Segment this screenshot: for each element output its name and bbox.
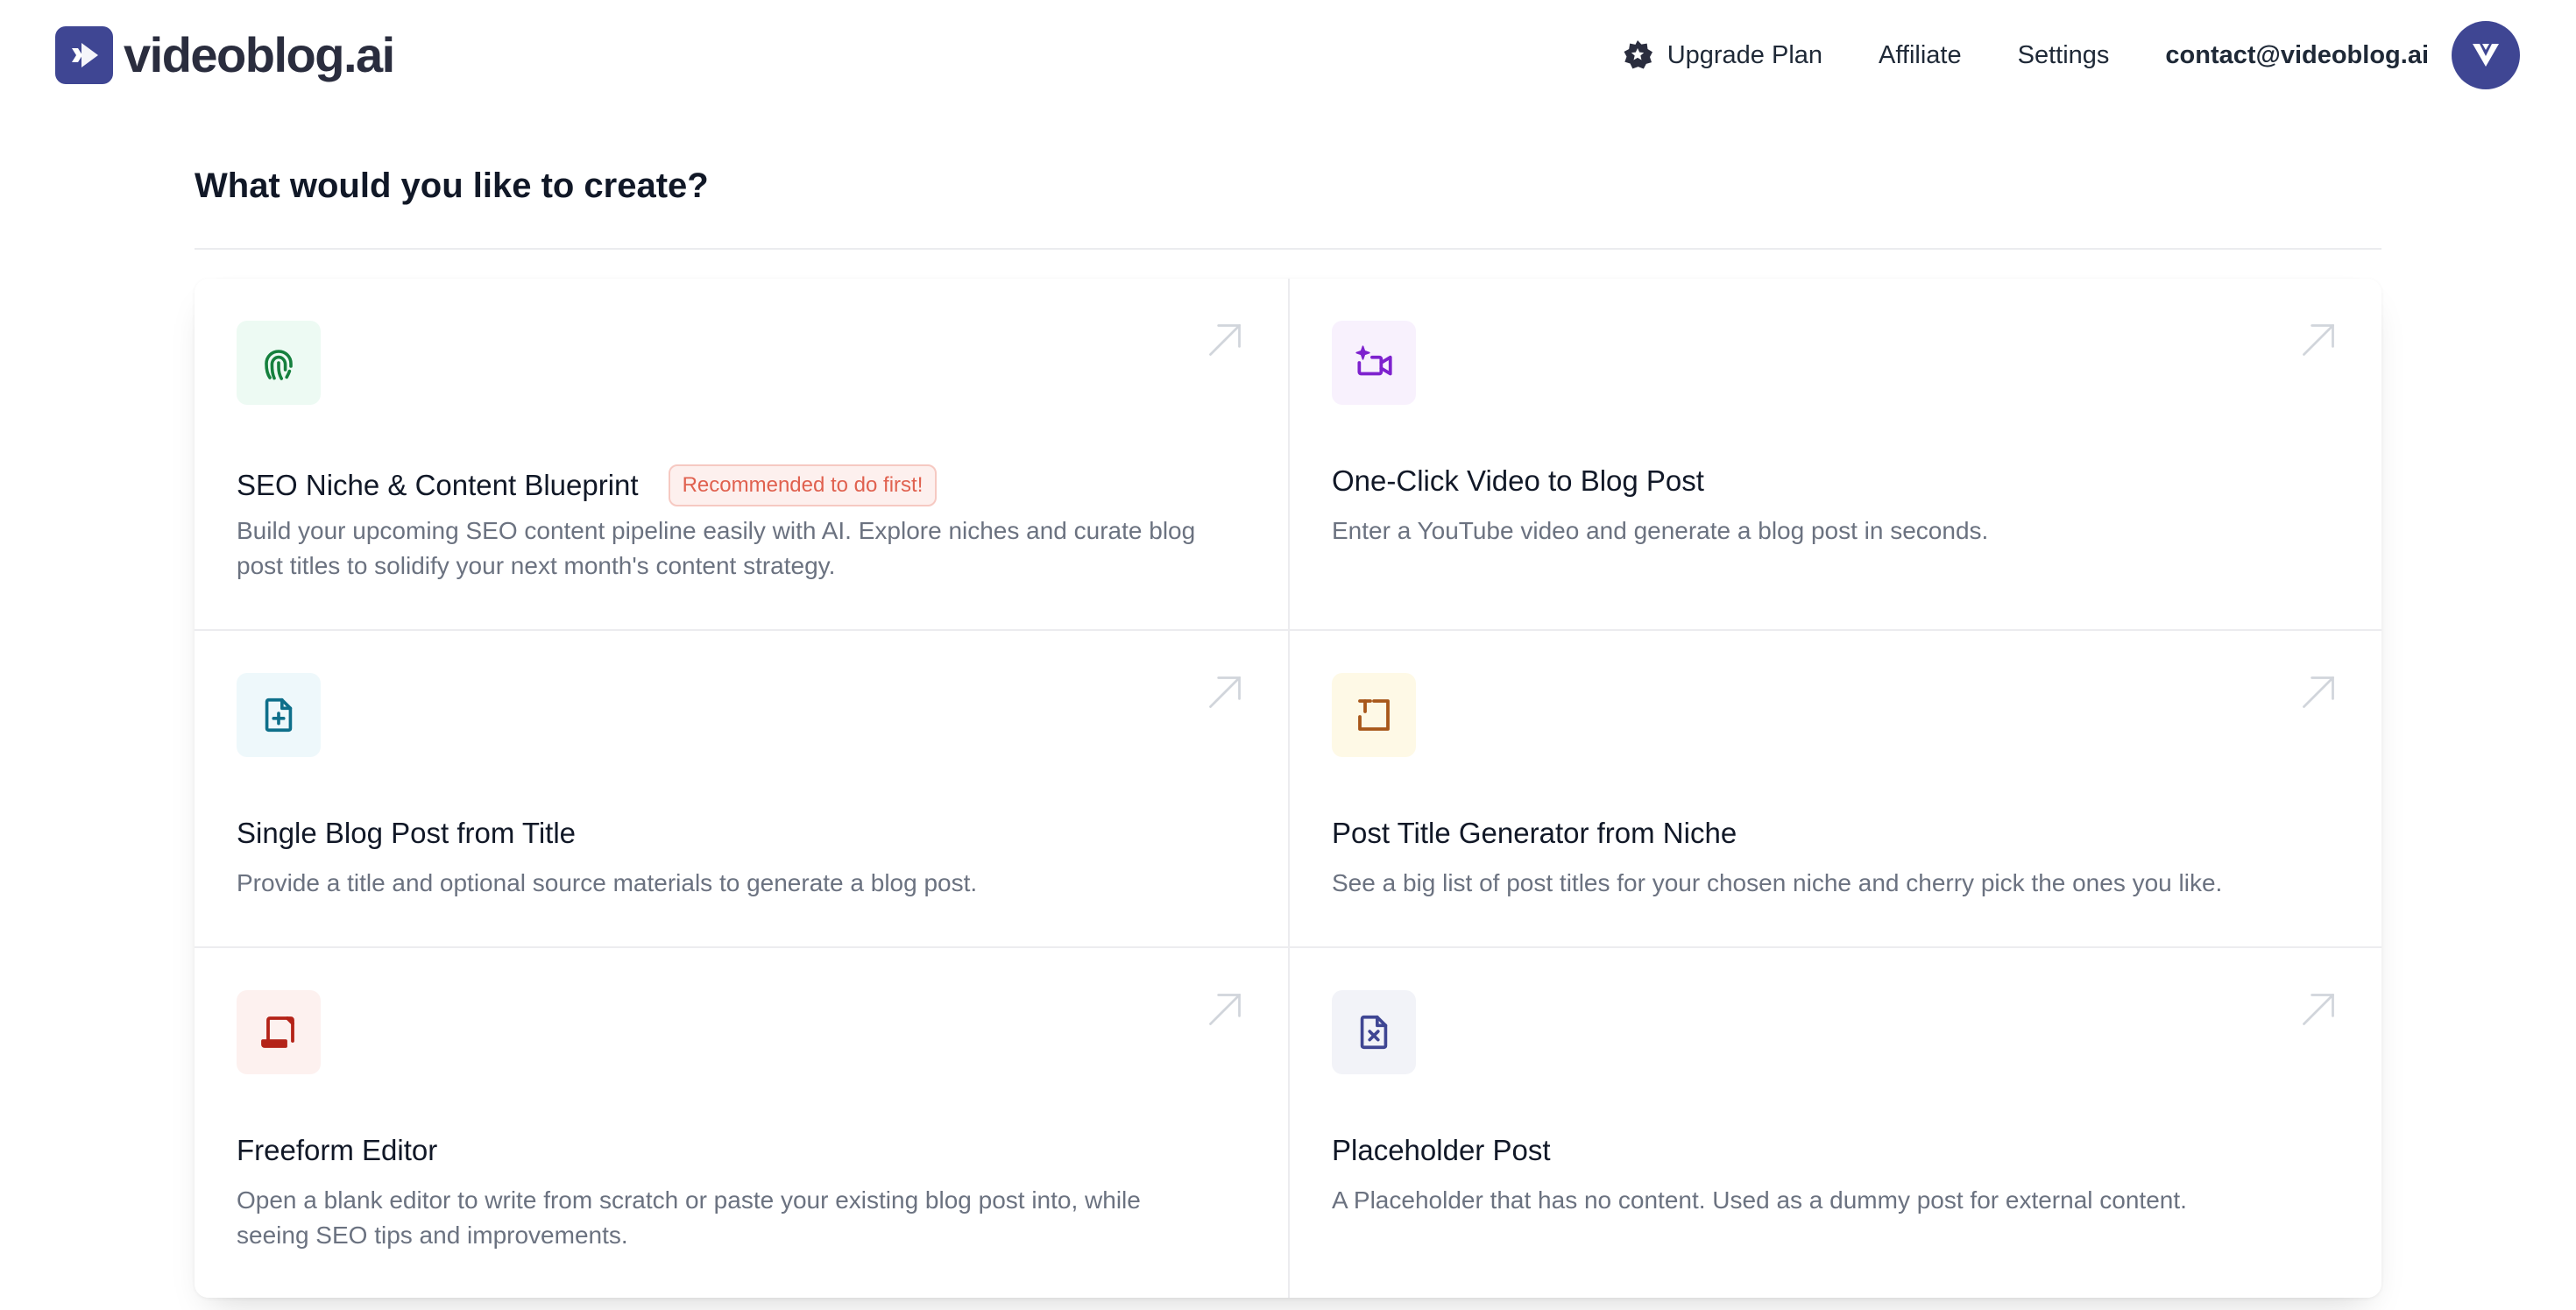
upgrade-plan-link[interactable]: Upgrade Plan bbox=[1620, 38, 1822, 73]
card-title: SEO Niche & Content Blueprint bbox=[237, 469, 639, 501]
file-plus-icon bbox=[265, 697, 293, 733]
brand-logo-link[interactable]: videoblog.ai bbox=[55, 26, 395, 84]
card-icon-box bbox=[1332, 990, 1416, 1074]
card-icon-box bbox=[237, 990, 321, 1074]
page-title: What would you like to create? bbox=[195, 166, 709, 205]
card-title-row: SEO Niche & Content Blueprint Recommende… bbox=[237, 464, 938, 506]
text-frame-icon bbox=[1358, 699, 1390, 731]
card-icon-box bbox=[1332, 673, 1416, 757]
card-single-blog-post[interactable]: Single Blog Post from Title Provide a ti… bbox=[195, 629, 1288, 946]
card-title: Placeholder Post bbox=[1332, 1134, 1551, 1166]
title-divider bbox=[195, 248, 2381, 250]
card-icon-box bbox=[237, 321, 321, 405]
open-arrow-icon bbox=[1209, 676, 1241, 708]
card-title: One-Click Video to Blog Post bbox=[1332, 464, 1704, 497]
affiliate-link[interactable]: Affiliate bbox=[1879, 41, 1962, 70]
card-title: Freeform Editor bbox=[237, 1134, 438, 1166]
account-email[interactable]: contact@videoblog.ai bbox=[2165, 41, 2429, 70]
avatar-chevron-icon bbox=[2473, 44, 2499, 67]
card-title-row: Post Title Generator from Niche bbox=[1332, 817, 1737, 850]
card-description: A Placeholder that has no content. Used … bbox=[1332, 1186, 2187, 1214]
top-navbar: videoblog.ai Upgrade Plan Affiliate Sett… bbox=[0, 0, 2576, 110]
brand-name: videoblog.ai bbox=[124, 27, 395, 82]
fingerprint-icon bbox=[265, 350, 293, 380]
card-title: Single Blog Post from Title bbox=[237, 817, 577, 849]
upgrade-plan-label: Upgrade Plan bbox=[1667, 40, 1823, 69]
top-nav: Upgrade Plan Affiliate Settings contact@… bbox=[1620, 19, 2520, 91]
video-sparkle-icon bbox=[1355, 345, 1392, 376]
card-description: Build your upcoming SEO content pipeline… bbox=[237, 517, 1196, 579]
card-title-row: Placeholder Post bbox=[1332, 1134, 1550, 1167]
card-description: Provide a title and optional source mate… bbox=[237, 869, 978, 896]
card-description: See a big list of post titles for your c… bbox=[1332, 869, 2223, 896]
card-title-generator[interactable]: Post Title Generator from Niche See a bi… bbox=[1288, 629, 2381, 946]
open-arrow-icon bbox=[1209, 324, 1241, 356]
card-icon-box bbox=[237, 673, 321, 757]
card-title-row: Freeform Editor bbox=[237, 1134, 437, 1167]
card-title-row: One-Click Video to Blog Post bbox=[1332, 464, 1704, 498]
open-arrow-icon bbox=[2303, 324, 2334, 356]
card-description: Open a blank editor to write from scratc… bbox=[237, 1186, 1141, 1249]
card-freeform-editor[interactable]: Freeform Editor Open a blank editor to w… bbox=[195, 946, 1288, 1298]
brand-logo-icon bbox=[55, 26, 113, 84]
card-description: Enter a YouTube video and generate a blo… bbox=[1332, 517, 1989, 544]
card-seo-niche-blueprint[interactable]: SEO Niche & Content Blueprint Recommende… bbox=[195, 279, 1288, 629]
settings-link[interactable]: Settings bbox=[2018, 41, 2110, 70]
user-avatar[interactable] bbox=[2452, 21, 2520, 89]
open-arrow-icon bbox=[2303, 994, 2334, 1025]
scroll-icon bbox=[261, 1016, 294, 1048]
card-title: Post Title Generator from Niche bbox=[1332, 817, 1737, 849]
card-video-to-blog[interactable]: One-Click Video to Blog Post Enter a You… bbox=[1288, 279, 2381, 629]
file-x-icon bbox=[1360, 1015, 1388, 1050]
card-icon-box bbox=[1332, 321, 1416, 405]
recommended-badge: Recommended to do first! bbox=[668, 464, 938, 506]
card-placeholder-post[interactable]: Placeholder Post A Placeholder that has … bbox=[1288, 946, 2381, 1298]
open-arrow-icon bbox=[2303, 676, 2334, 708]
open-arrow-icon bbox=[1209, 994, 1241, 1025]
create-options-grid: SEO Niche & Content Blueprint Recommende… bbox=[195, 279, 2381, 1298]
card-title-row: Single Blog Post from Title bbox=[237, 817, 576, 850]
star-badge-icon bbox=[1624, 40, 1652, 69]
